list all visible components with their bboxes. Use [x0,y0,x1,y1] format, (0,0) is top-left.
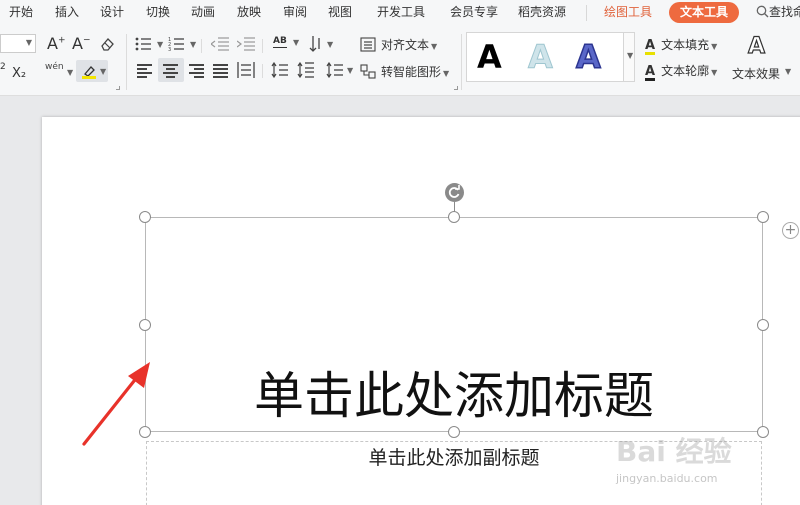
rotate-icon [448,185,460,198]
ribbon: ▼ 2 X₂ A+ A− wén ▼ ▼ ▼ 1 2 3 ▼ AB ▼ ▼ ▼ … [0,26,800,96]
chevron-down-icon[interactable]: ▼ [190,40,196,49]
search-icon [756,5,769,18]
phonetic-guide-button[interactable]: wén ▼ [45,62,73,82]
style-preset-black[interactable]: A [477,37,502,77]
increase-indent-icon[interactable] [237,37,255,51]
tab-docer[interactable]: 稻壳资源 [518,4,566,20]
resize-handle-top-left[interactable] [139,211,151,223]
tab-design[interactable]: 设计 [100,4,124,20]
align-text-icon [360,37,376,52]
chevron-down-icon[interactable]: ▼ [327,40,333,49]
tab-review[interactable]: 审阅 [283,4,307,20]
resize-handle-right[interactable] [757,319,769,331]
convert-smartart-label: 转智能图形 [381,65,442,79]
text-style-gallery: A A A [466,32,624,82]
tab-animation[interactable]: 动画 [191,4,215,20]
ribbon-divider [201,39,202,53]
tab-home[interactable]: 开始 [9,4,33,20]
shrink-font-button[interactable]: A− [72,34,91,53]
distribute-icon[interactable] [237,62,255,78]
tab-text-tools[interactable]: 文本工具 [669,2,739,23]
resize-handle-top[interactable] [448,211,460,223]
superscript-button[interactable]: 2 [0,62,6,72]
title-placeholder-text[interactable]: 单击此处添加标题 [145,364,763,428]
watermark-logo: Bai 经验 [616,435,732,468]
highlight-color-button[interactable]: ▼ [76,60,108,82]
svg-text:3: 3 [168,47,171,52]
ribbon-divider [262,64,263,78]
paragraph-spacing-icon[interactable] [297,62,315,78]
highlighter-icon [82,66,96,79]
tab-insert[interactable]: 插入 [55,4,79,20]
text-fill-button[interactable]: A 文本填充 ▼ [645,36,717,55]
subscript-button[interactable]: X₂ [12,66,26,81]
align-text-button[interactable]: 对齐文本 ▼ [360,36,437,53]
resize-handle-left[interactable] [139,319,151,331]
align-left-button[interactable] [137,63,153,78]
tab-developer[interactable]: 开发工具 [377,4,425,20]
bullet-list-icon[interactable] [135,37,155,51]
tab-drawing-tools[interactable]: 绘图工具 [604,4,652,20]
resize-handle-bottom[interactable] [448,426,460,438]
style-preset-blue-outline[interactable]: A [575,37,601,77]
menu-divider [586,5,587,21]
style-preset-light-blue[interactable]: A [528,37,554,77]
resize-handle-bottom-right[interactable] [757,426,769,438]
grow-font-button[interactable]: A+ [47,34,66,53]
text-effect-icon: A [747,33,766,59]
convert-smartart-button[interactable]: 转智能图形 ▼ [360,63,449,80]
resize-handle-top-right[interactable] [757,211,769,223]
text-effect-label: 文本效果 [732,67,781,81]
tab-member[interactable]: 会员专享 [450,4,498,20]
align-text-label: 对齐文本 [381,38,430,52]
eraser-icon[interactable] [99,36,115,52]
numbered-list-icon[interactable]: 1 2 3 [168,36,188,52]
text-fill-icon: A [645,38,656,55]
text-outline-label: 文本轮廓 [661,64,710,78]
gallery-scroll[interactable]: ▼ [624,32,635,82]
tab-view[interactable]: 视图 [328,4,352,20]
ribbon-divider [262,39,263,53]
spacing-options-icon[interactable] [326,62,344,78]
chevron-down-icon[interactable]: ▼ [157,40,163,49]
text-outline-icon: A [645,64,656,81]
menu-bar: 开始 插入 设计 切换 动画 放映 审阅 视图 开发工具 会员专享 稻壳资源 绘… [0,0,800,26]
spacing-label: AB [273,36,287,48]
font-dialog-launcher[interactable] [116,86,120,90]
ribbon-divider [126,34,127,90]
ribbon-divider [461,34,462,90]
text-direction-icon[interactable] [309,35,325,53]
align-right-button[interactable] [189,63,205,78]
text-outline-button[interactable]: A 文本轮廓 ▼ [645,62,717,81]
smartart-icon [360,64,376,79]
rotate-handle[interactable] [445,183,464,202]
line-spacing-icon[interactable] [271,62,289,78]
search-label: 查找命 [769,5,800,19]
text-effect-button[interactable]: A 文本效果 ▼ [730,32,798,82]
chevron-down-icon[interactable]: ▼ [347,66,353,75]
quick-add-button[interactable]: + [782,222,799,239]
decrease-indent-icon[interactable] [211,37,229,51]
phonetic-label: wén [45,62,64,72]
search-command[interactable]: 查找命 [756,4,800,20]
tab-transition[interactable]: 切换 [146,4,170,20]
paragraph-dialog-launcher[interactable] [454,86,458,90]
tab-slideshow[interactable]: 放映 [237,4,261,20]
align-center-button[interactable] [158,58,184,82]
annotation-arrow [82,362,150,446]
watermark-url: jingyan.baidu.com [616,472,718,485]
character-spacing-button[interactable]: AB ▼ [273,36,301,52]
justify-button[interactable] [213,63,229,78]
text-fill-label: 文本填充 [661,38,710,52]
font-size-select[interactable]: ▼ [0,34,36,53]
